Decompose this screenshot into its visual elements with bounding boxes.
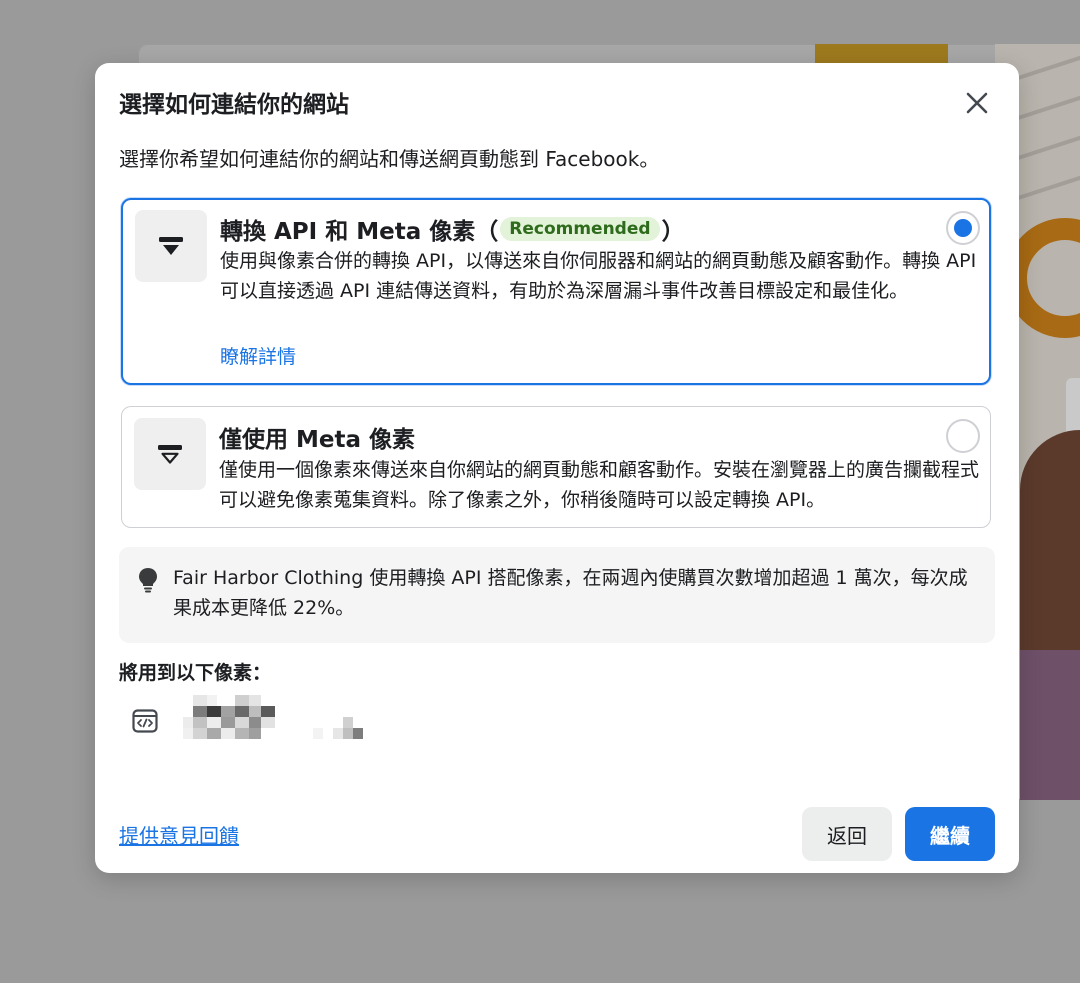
continue-button[interactable]: 繼續 [905,807,995,861]
dialog-title: 選擇如何連結你的網站 [119,92,349,118]
code-window-icon [132,709,158,733]
option-conversions-api-and-pixel[interactable]: 轉換 API 和 Meta 像素 （ Recommended ） 使用與像素合併… [121,198,991,385]
option-title: 僅使用 Meta 像素 [219,427,416,453]
option-description: 使用與像素合併的轉換 API，以傳送來自你伺服器和網站的網頁動態及顧客動作。轉換… [220,250,977,302]
learn-more-link[interactable]: 瞭解詳情 [220,342,296,369]
tip-text: Fair Harbor Clothing 使用轉換 API 搭配像素，在兩週內使… [173,567,968,619]
pixel-list-item [119,691,419,751]
radio-button-selected[interactable] [946,211,980,245]
radio-dot [954,219,972,237]
pixels-label: 將用到以下像素： [119,662,272,684]
back-button[interactable]: 返回 [802,807,892,861]
paren-close: ） [661,219,685,245]
pixel-api-icon [135,210,207,282]
option-title-text: 轉換 API 和 Meta 像素 [220,219,476,245]
feedback-link[interactable]: 提供意見回饋 [119,820,239,849]
close-button[interactable] [961,87,993,119]
background-clothing [1020,650,1080,800]
radio-button-unselected[interactable] [946,419,980,453]
option-pixel-only[interactable]: 僅使用 Meta 像素 僅使用一個像素來傳送來自你網站的網頁動態和顧客動作。安裝… [121,406,991,528]
paren-open: （ [475,219,499,245]
recommended-badge: Recommended [500,217,660,241]
connect-website-dialog: 選擇如何連結你的網站 選擇你希望如何連結你的網站和傳送網頁動態到 Faceboo… [95,63,1019,873]
dialog-subtitle: 選擇你希望如何連結你的網站和傳送網頁動態到 Facebook。 [119,147,660,171]
case-study-tip: Fair Harbor Clothing 使用轉換 API 搭配像素，在兩週內使… [119,547,995,643]
lightbulb-icon [139,568,157,593]
pixel-name-redacted [183,693,383,747]
pixel-icon [134,418,206,490]
option-title: 轉換 API 和 Meta 像素 （ Recommended ） [220,212,685,246]
option-description: 僅使用一個像素來傳送來自你網站的網頁動態和顧客動作。安裝在瀏覽器上的廣告攔截程式… [219,459,980,511]
close-icon [966,92,988,114]
